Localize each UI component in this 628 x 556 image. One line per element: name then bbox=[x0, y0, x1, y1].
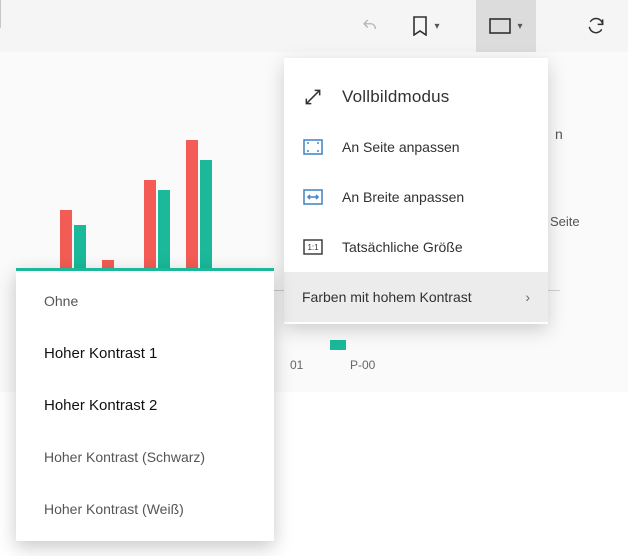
undo-icon bbox=[361, 17, 379, 35]
submenu-item-none[interactable]: Ohne bbox=[16, 275, 274, 327]
viewmode-menu: Vollbildmodus An Seite anpassen An Breit… bbox=[284, 58, 548, 324]
menu-label: An Seite anpassen bbox=[342, 139, 530, 155]
menu-label: Farben mit hohem Kontrast bbox=[302, 289, 521, 305]
chevron-down-icon: ▾ bbox=[517, 21, 522, 32]
text-fragment: Seite bbox=[550, 214, 580, 229]
chevron-right-icon: › bbox=[525, 289, 530, 305]
submenu-label: Hoher Kontrast 2 bbox=[44, 397, 157, 414]
legend-swatch-teal bbox=[330, 340, 346, 350]
chevron-down-icon: ▾ bbox=[434, 21, 439, 32]
svg-text:1:1: 1:1 bbox=[307, 243, 319, 252]
actual-size-icon: 1:1 bbox=[302, 236, 324, 258]
menu-item-high-contrast[interactable]: Farben mit hohem Kontrast › bbox=[284, 272, 548, 322]
x-tick: P-00 bbox=[350, 358, 375, 372]
fullscreen-icon bbox=[302, 86, 324, 108]
submenu-label: Hoher Kontrast (Schwarz) bbox=[44, 449, 205, 465]
submenu-item-hc2[interactable]: Hoher Kontrast 2 bbox=[16, 379, 274, 431]
menu-item-fit-page[interactable]: An Seite anpassen bbox=[284, 122, 548, 172]
fit-page-icon bbox=[302, 136, 324, 158]
submenu-item-hc-white[interactable]: Hoher Kontrast (Weiß) bbox=[16, 483, 274, 535]
report-toolbar: ▾ ▾ bbox=[0, 0, 628, 53]
menu-label: Tatsächliche Größe bbox=[342, 239, 530, 255]
submenu-item-hc-black[interactable]: Hoher Kontrast (Schwarz) bbox=[16, 431, 274, 483]
refresh-button[interactable] bbox=[576, 0, 616, 52]
toolbar-separator bbox=[0, 0, 1, 28]
bookmark-button[interactable]: ▾ bbox=[400, 0, 452, 52]
rectangle-icon bbox=[489, 18, 511, 34]
menu-item-actual-size[interactable]: 1:1 Tatsächliche Größe bbox=[284, 222, 548, 272]
menu-item-fullscreen[interactable]: Vollbildmodus bbox=[284, 72, 548, 122]
fit-width-icon bbox=[302, 186, 324, 208]
undo-button[interactable] bbox=[350, 0, 390, 52]
high-contrast-submenu: Ohne Hoher Kontrast 1 Hoher Kontrast 2 H… bbox=[16, 268, 274, 541]
menu-item-fit-width[interactable]: An Breite anpassen bbox=[284, 172, 548, 222]
x-tick: 01 bbox=[290, 358, 303, 372]
submenu-label: Hoher Kontrast (Weiß) bbox=[44, 501, 184, 517]
refresh-icon bbox=[586, 16, 606, 36]
submenu-item-hc1[interactable]: Hoher Kontrast 1 bbox=[16, 327, 274, 379]
menu-label: An Breite anpassen bbox=[342, 189, 530, 205]
submenu-label: Hoher Kontrast 1 bbox=[44, 345, 157, 362]
text-fragment: n bbox=[555, 126, 563, 142]
submenu-label: Ohne bbox=[44, 293, 78, 309]
viewmode-button[interactable]: ▾ bbox=[476, 0, 536, 52]
menu-label: Vollbildmodus bbox=[342, 87, 530, 107]
bookmark-icon bbox=[412, 16, 428, 36]
